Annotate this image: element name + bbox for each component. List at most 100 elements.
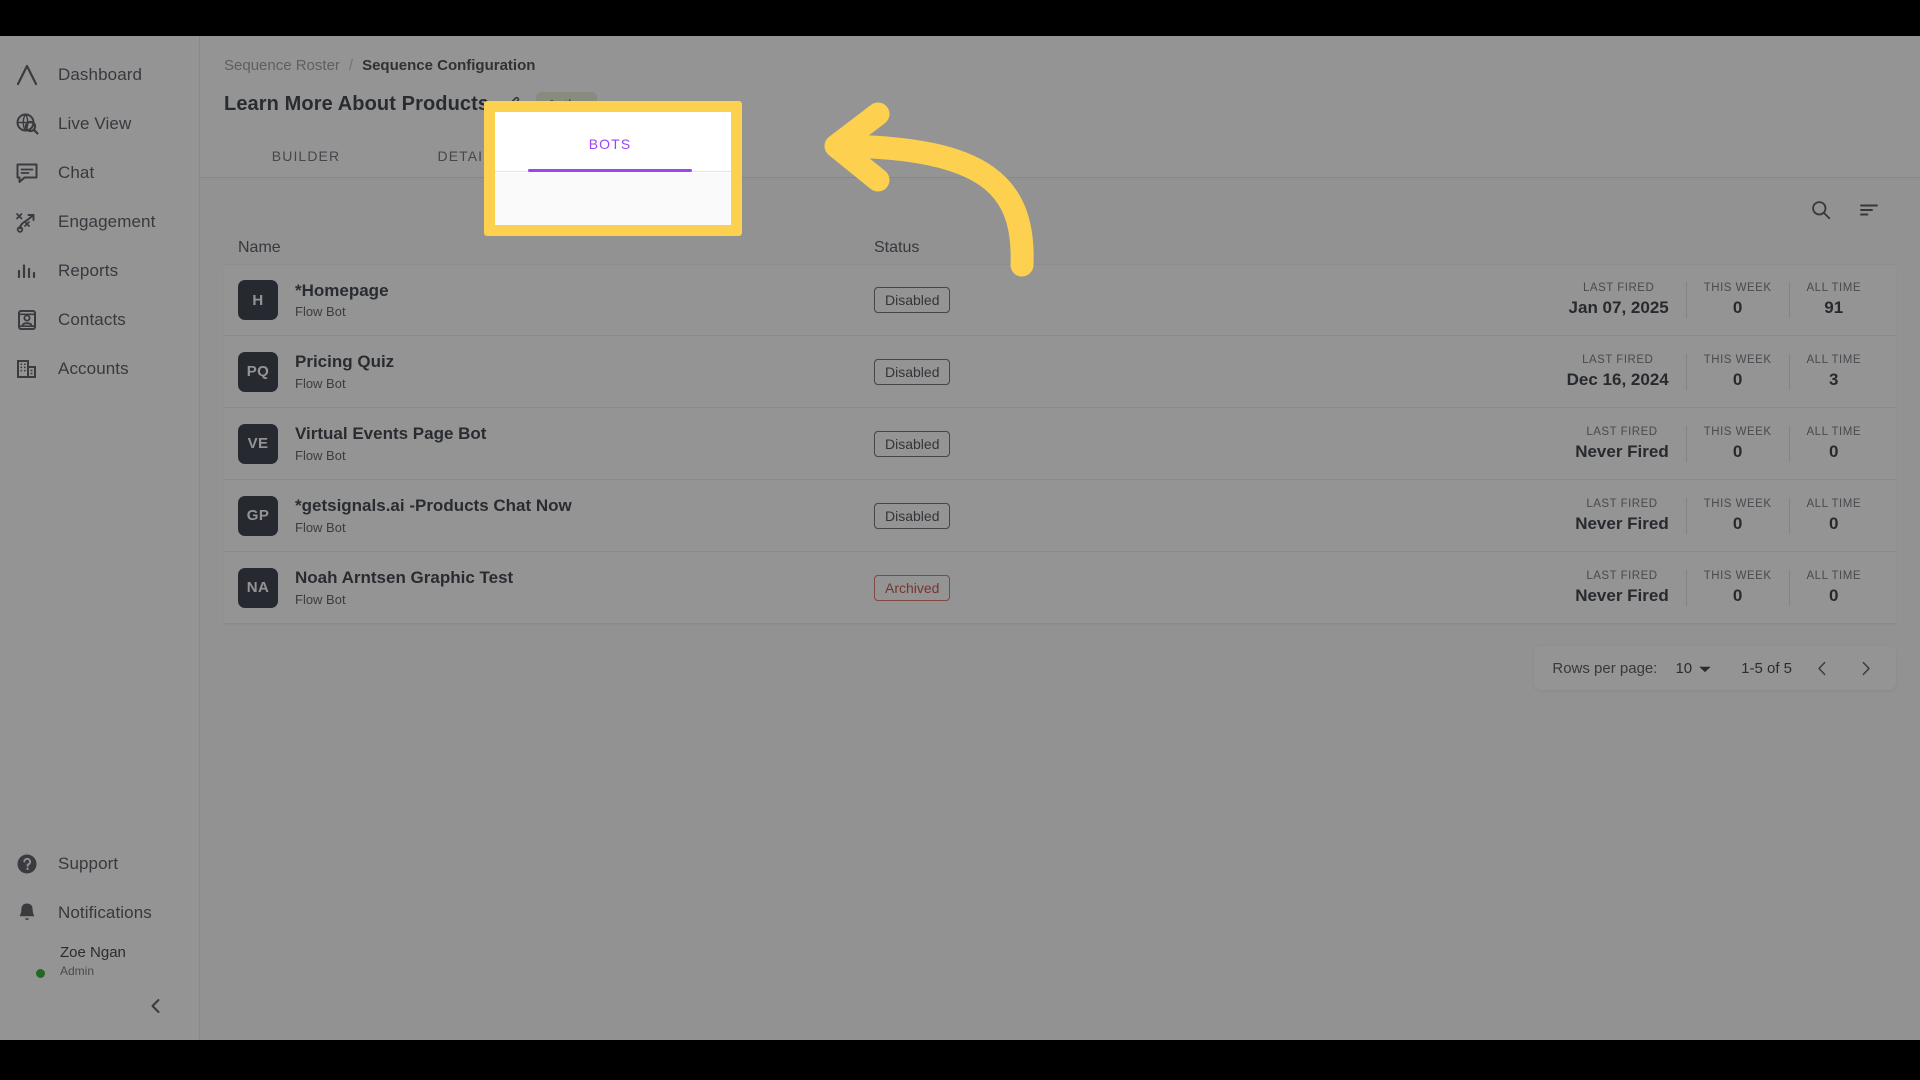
sidebar-item-support[interactable]: Support [0, 839, 199, 888]
stat-this-week: THIS WEEK 0 [1685, 497, 1789, 534]
bot-name: *Homepage [295, 280, 389, 300]
stat-value: Never Fired [1575, 513, 1669, 533]
bot-name-block: Pricing Quiz Flow Bot [295, 351, 394, 392]
sidebar-item-engagement[interactable]: Engagement [0, 197, 199, 246]
sidebar-item-reports[interactable]: Reports [0, 246, 199, 295]
stat-label: ALL TIME [1806, 497, 1861, 510]
stat-all-time: ALL TIME 0 [1788, 569, 1879, 606]
rows-per-page-select[interactable]: 10 [1675, 660, 1711, 677]
stat-value: 0 [1829, 585, 1839, 605]
sidebar-collapse-button[interactable] [0, 986, 199, 1030]
user-role: Admin [60, 964, 95, 979]
sort-filter-icon[interactable] [1858, 199, 1880, 221]
stat-last-fired: LAST FIRED Jan 07, 2025 [1552, 282, 1686, 318]
sidebar-item-notifications[interactable]: Notifications [0, 888, 199, 937]
screenshot-root: Dashboard Live View Chat Engagement Repo… [0, 0, 1920, 1080]
breadcrumb-separator: / [348, 56, 354, 74]
table-row[interactable]: GP *getsignals.ai -Products Chat Now Flo… [224, 480, 1896, 552]
row-stats: LAST FIRED Never Fired THIS WEEK 0 ALL T… [1558, 569, 1896, 606]
row-status-cell: Disabled [874, 358, 1134, 385]
tab-bar: BUILDER DETAILS BOTS [224, 133, 1896, 177]
row-status-cell: Archived [874, 574, 1134, 601]
chevron-up-logo-icon [12, 60, 42, 90]
sidebar-item-dashboard[interactable]: Dashboard [0, 50, 199, 99]
stat-value: Never Fired [1575, 441, 1669, 461]
row-name-cell: H *Homepage Flow Bot [224, 280, 874, 321]
sidebar-item-chat[interactable]: Chat [0, 148, 199, 197]
stat-label: THIS WEEK [1703, 425, 1772, 438]
building-icon [12, 354, 42, 384]
user-name: Zoe Ngan [60, 944, 126, 962]
sidebar-bottom-section: Support Notifications Zoe Ngan Admin [0, 839, 199, 1040]
row-stats: LAST FIRED Never Fired THIS WEEK 0 ALL T… [1558, 425, 1896, 462]
breadcrumb-current: Sequence Configuration [362, 56, 536, 74]
sidebar-item-live-view[interactable]: Live View [0, 99, 199, 148]
contact-card-icon [12, 305, 42, 335]
table-row[interactable]: H *Homepage Flow Bot Disabled LAST FIRED… [224, 264, 1896, 336]
chevron-left-icon [147, 997, 165, 1020]
row-stats: LAST FIRED Never Fired THIS WEEK 0 ALL T… [1558, 497, 1896, 534]
stat-value: 0 [1732, 513, 1743, 533]
pagination-wrap: Rows per page: 10 1-5 of 5 [200, 624, 1920, 690]
stat-all-time: ALL TIME 0 [1788, 425, 1879, 462]
table-row[interactable]: VE Virtual Events Page Bot Flow Bot Disa… [224, 408, 1896, 480]
row-name-cell: VE Virtual Events Page Bot Flow Bot [224, 423, 874, 464]
bot-initials-badge: H [238, 280, 278, 320]
row-stats: LAST FIRED Jan 07, 2025 THIS WEEK 0 ALL … [1552, 282, 1896, 318]
chat-bubble-icon [12, 158, 42, 188]
stat-label: THIS WEEK [1703, 569, 1772, 582]
sidebar-item-label: Engagement [58, 211, 156, 231]
stat-this-week: THIS WEEK 0 [1685, 353, 1789, 390]
stat-label: ALL TIME [1806, 569, 1861, 582]
highlight-below-strip [495, 173, 731, 225]
pencil-icon[interactable] [503, 95, 522, 114]
row-name-cell: PQ Pricing Quiz Flow Bot [224, 351, 874, 392]
stat-all-time: ALL TIME 91 [1788, 282, 1879, 318]
tab-builder[interactable]: BUILDER [224, 148, 388, 177]
stat-value: 3 [1829, 369, 1839, 389]
pagination-next-button[interactable] [1853, 660, 1878, 677]
table-row[interactable]: NA Noah Arntsen Graphic Test Flow Bot Ar… [224, 552, 1896, 624]
engagement-path-icon [12, 207, 42, 237]
sidebar-item-label: Chat [58, 162, 95, 182]
bot-type: Flow Bot [295, 447, 346, 463]
stat-value: 0 [1829, 513, 1839, 533]
breadcrumb: Sequence Roster / Sequence Configuration [224, 54, 1896, 76]
sidebar-item-accounts[interactable]: Accounts [0, 344, 199, 393]
title-row: Learn More About Products Active [224, 89, 1896, 119]
sidebar-user-profile[interactable]: Zoe Ngan Admin [0, 937, 199, 986]
stat-value: 0 [1732, 441, 1743, 461]
help-circle-icon [12, 849, 42, 879]
stat-value: Jan 07, 2025 [1568, 298, 1669, 317]
stat-this-week: THIS WEEK 0 [1685, 425, 1789, 462]
user-info: Zoe Ngan Admin [60, 944, 126, 978]
application-window: Dashboard Live View Chat Engagement Repo… [0, 36, 1920, 1040]
highlight-tab-bots-label[interactable]: BOTS [528, 136, 692, 152]
stat-this-week: THIS WEEK 0 [1685, 282, 1789, 318]
bot-name: *getsignals.ai -Products Chat Now [295, 496, 572, 516]
search-icon[interactable] [1810, 199, 1832, 221]
pagination-prev-button[interactable] [1810, 660, 1835, 677]
sidebar-nav-list: Dashboard Live View Chat Engagement Repo… [0, 36, 199, 393]
bot-name-block: *Homepage Flow Bot [295, 280, 389, 321]
sidebar-item-label: Notifications [58, 902, 152, 922]
pagination-range: 1-5 of 5 [1741, 659, 1792, 677]
stat-label: THIS WEEK [1703, 282, 1772, 294]
breadcrumb-parent[interactable]: Sequence Roster [224, 57, 340, 74]
stat-all-time: ALL TIME 0 [1788, 497, 1879, 534]
table-row[interactable]: PQ Pricing Quiz Flow Bot Disabled LAST F… [224, 336, 1896, 408]
row-name-cell: NA Noah Arntsen Graphic Test Flow Bot [224, 567, 874, 608]
bot-type: Flow Bot [295, 519, 346, 535]
main-sidebar: Dashboard Live View Chat Engagement Repo… [0, 36, 200, 1040]
bot-type: Flow Bot [295, 375, 346, 391]
sidebar-item-contacts[interactable]: Contacts [0, 295, 199, 344]
sidebar-item-label: Support [58, 853, 119, 873]
row-stats: LAST FIRED Dec 16, 2024 THIS WEEK 0 ALL … [1550, 353, 1896, 390]
column-header-status: Status [874, 239, 920, 256]
bot-name-block: *getsignals.ai -Products Chat Now Flow B… [295, 495, 572, 536]
bot-name-block: Noah Arntsen Graphic Test Flow Bot [295, 567, 513, 608]
stat-label: LAST FIRED [1583, 282, 1655, 294]
stat-last-fired: LAST FIRED Dec 16, 2024 [1550, 354, 1686, 390]
stat-value: 0 [1732, 369, 1743, 389]
highlight-tab-underline [528, 169, 692, 172]
